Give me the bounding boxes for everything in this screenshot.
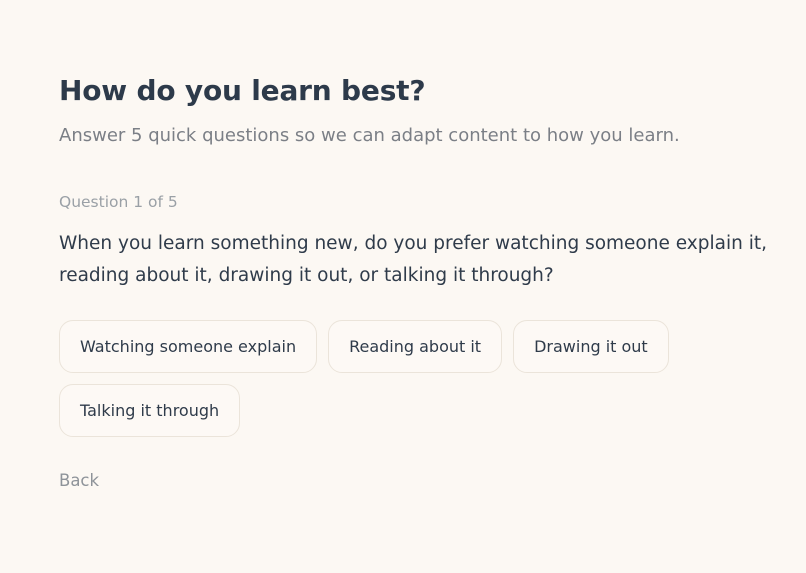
back-link[interactable]: Back	[59, 470, 99, 492]
question-progress: Question 1 of 5	[59, 193, 178, 211]
answer-options: Watching someone explain Reading about i…	[59, 320, 699, 437]
page-title: How do you learn best?	[59, 74, 426, 107]
page-subtitle: Answer 5 quick questions so we can adapt…	[59, 125, 680, 146]
learning-style-quiz: How do you learn best? Answer 5 quick qu…	[59, 71, 789, 492]
option-reading-button[interactable]: Reading about it	[328, 320, 503, 373]
question-text: When you learn something new, do you pre…	[59, 233, 767, 286]
option-talking-button[interactable]: Talking it through	[59, 384, 241, 437]
option-drawing-button[interactable]: Drawing it out	[513, 320, 669, 373]
option-watching-button[interactable]: Watching someone explain	[59, 320, 318, 373]
